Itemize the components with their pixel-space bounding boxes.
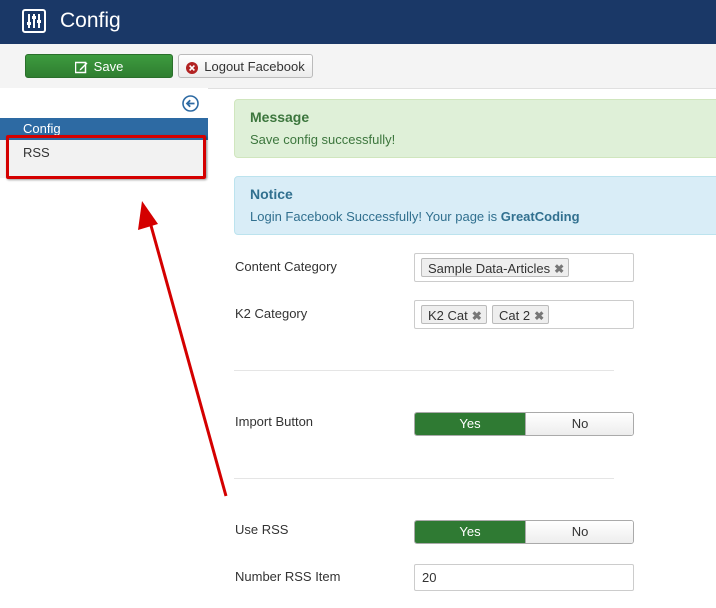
notice-text: Login Facebook Successfully! Your page i… bbox=[250, 209, 501, 224]
tag-chip: K2 Cat ✖ bbox=[421, 305, 487, 324]
page-title: Config bbox=[60, 9, 121, 32]
success-message-alert: Message Save config successfully! bbox=[234, 99, 716, 158]
logout-facebook-button[interactable]: Logout Facebook bbox=[178, 54, 313, 78]
tag-label: K2 Cat bbox=[428, 308, 468, 323]
use-rss-label: Use RSS bbox=[235, 522, 289, 537]
tag-chip: Cat 2 ✖ bbox=[492, 305, 550, 324]
save-button-label: Save bbox=[93, 59, 124, 74]
use-rss-toggle: Yes No bbox=[414, 520, 634, 544]
tag-label: Cat 2 bbox=[499, 308, 531, 323]
remove-tag-icon[interactable]: ✖ bbox=[534, 309, 544, 323]
alert-heading: Message bbox=[250, 109, 310, 125]
notice-alert: Notice Login Facebook Successfully! Your… bbox=[234, 176, 716, 235]
number-rss-item-label: Number RSS Item bbox=[235, 569, 341, 584]
sliders-icon bbox=[22, 9, 46, 33]
facebook-page-name: GreatCoding bbox=[500, 209, 580, 224]
content-category-label: Content Category bbox=[235, 259, 337, 274]
alert-text: Login Facebook Successfully! Your page i… bbox=[250, 209, 580, 224]
app-header: Config bbox=[0, 0, 716, 44]
import-button-label: Import Button bbox=[235, 414, 314, 429]
import-yes-option[interactable]: Yes bbox=[415, 413, 525, 435]
import-button-toggle: Yes No bbox=[414, 412, 634, 436]
tag-label: Sample Data-Articles bbox=[428, 261, 551, 276]
edit-icon bbox=[74, 61, 88, 74]
remove-tag-icon[interactable]: ✖ bbox=[472, 309, 482, 323]
rss-no-option[interactable]: No bbox=[525, 521, 633, 543]
tag-chip: Sample Data-Articles ✖ bbox=[421, 258, 570, 277]
close-circle-icon bbox=[186, 61, 199, 74]
save-button[interactable]: Save bbox=[25, 54, 173, 78]
logout-button-label: Logout Facebook bbox=[204, 59, 305, 74]
toolbar: Save Logout Facebook bbox=[0, 44, 716, 89]
rss-yes-option[interactable]: Yes bbox=[415, 521, 525, 543]
k2-category-label: K2 Category bbox=[235, 306, 308, 321]
section-divider bbox=[234, 478, 614, 479]
section-divider bbox=[234, 370, 614, 371]
remove-tag-icon[interactable]: ✖ bbox=[554, 262, 564, 276]
collapse-sidebar-icon[interactable] bbox=[182, 95, 199, 112]
alert-text: Save config successfully! bbox=[250, 132, 396, 147]
number-rss-item-input[interactable]: 20 bbox=[414, 564, 634, 591]
import-no-option[interactable]: No bbox=[525, 413, 633, 435]
k2-category-select[interactable]: K2 Cat ✖ Cat 2 ✖ bbox=[414, 300, 634, 329]
alert-heading: Notice bbox=[250, 186, 293, 202]
content-category-select[interactable]: Sample Data-Articles ✖ bbox=[414, 253, 634, 282]
annotation-highlight-box bbox=[6, 135, 206, 179]
